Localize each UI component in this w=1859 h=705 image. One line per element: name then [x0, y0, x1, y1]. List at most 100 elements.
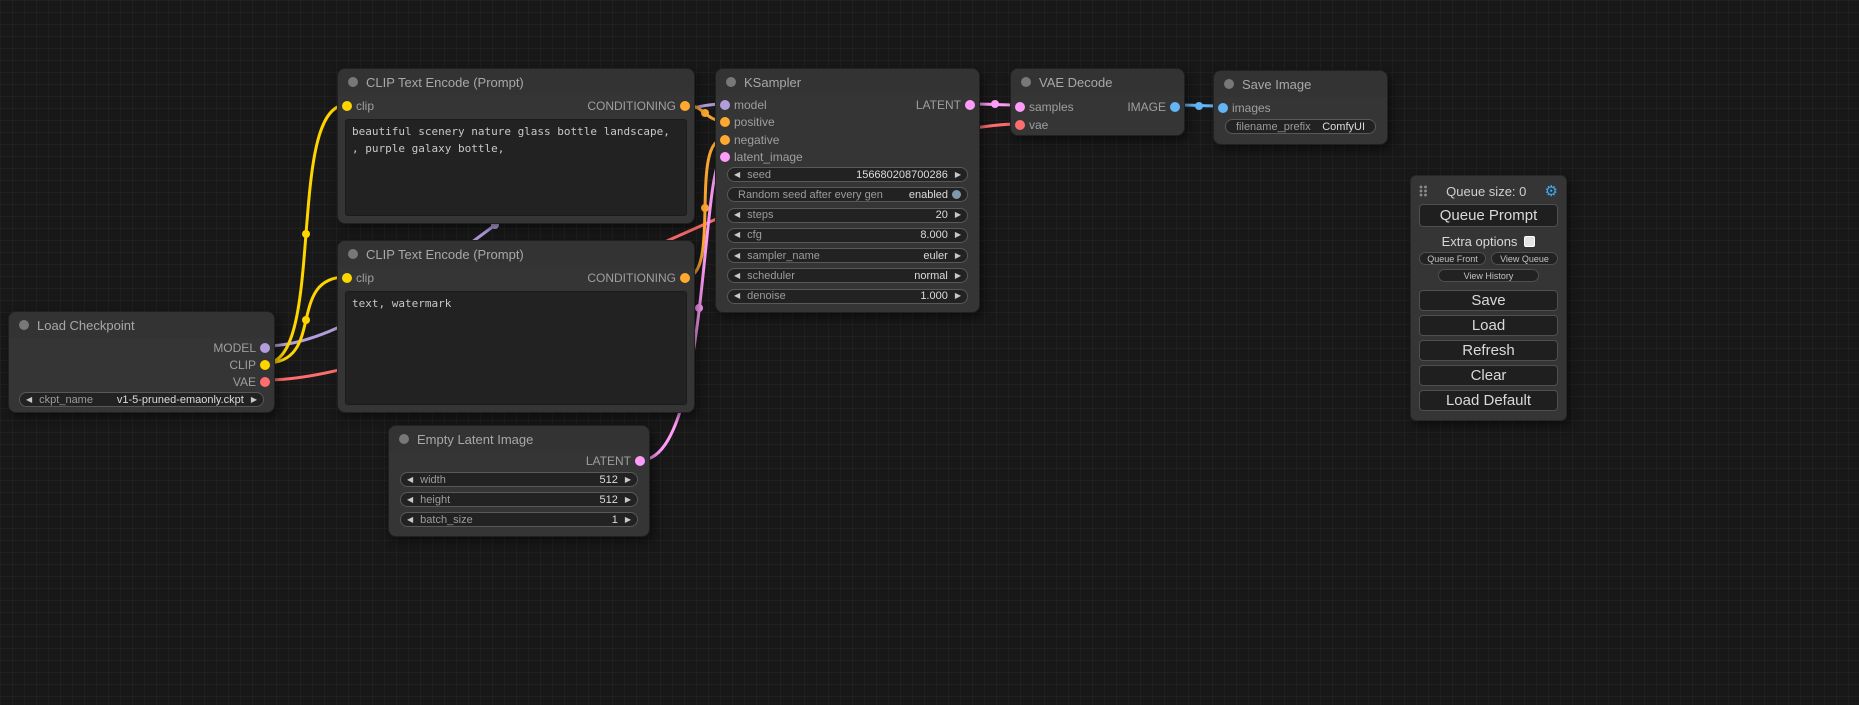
- load-button[interactable]: Load: [1419, 315, 1558, 336]
- increment-icon[interactable]: ▶: [955, 171, 961, 179]
- output-port-conditioning[interactable]: [680, 101, 690, 111]
- decrement-icon[interactable]: ◀: [26, 396, 32, 404]
- queue-prompt-button[interactable]: Queue Prompt: [1419, 204, 1558, 227]
- input-port-images[interactable]: [1218, 103, 1228, 113]
- output-slot-conditioning[interactable]: CONDITIONING: [338, 97, 694, 115]
- node-titlebar[interactable]: CLIP Text Encode (Prompt): [338, 69, 694, 95]
- output-slot-clip[interactable]: CLIP: [9, 356, 274, 373]
- widget-scheduler[interactable]: ◀ scheduler normal ▶: [727, 268, 968, 283]
- output-slot-vae[interactable]: VAE: [9, 373, 274, 390]
- widget-label: sampler_name: [747, 250, 820, 262]
- node-vae-decode[interactable]: VAE Decode samples vae IMAGE: [1010, 68, 1185, 136]
- output-slot-image[interactable]: IMAGE: [1011, 98, 1184, 115]
- node-titlebar[interactable]: Empty Latent Image: [389, 426, 649, 452]
- widget-height[interactable]: ◀ height 512 ▶: [400, 492, 638, 507]
- increment-icon[interactable]: ▶: [251, 396, 257, 404]
- widget-filename-prefix[interactable]: filename_prefix ComfyUI: [1225, 119, 1376, 134]
- refresh-button[interactable]: Refresh: [1419, 340, 1558, 361]
- output-slot-conditioning[interactable]: CONDITIONING: [338, 269, 694, 287]
- output-port-conditioning[interactable]: [680, 273, 690, 283]
- collapse-icon[interactable]: [399, 434, 409, 444]
- widget-sampler-name[interactable]: ◀ sampler_name euler ▶: [727, 248, 968, 263]
- node-titlebar[interactable]: CLIP Text Encode (Prompt): [338, 241, 694, 267]
- drag-handle-icon[interactable]: [1419, 185, 1428, 197]
- collapse-icon[interactable]: [726, 77, 736, 87]
- decrement-icon[interactable]: ◀: [407, 496, 413, 504]
- output-port-model[interactable]: [260, 343, 270, 353]
- widget-batch-size[interactable]: ◀ batch_size 1 ▶: [400, 512, 638, 527]
- save-button[interactable]: Save: [1419, 290, 1558, 311]
- node-titlebar[interactable]: KSampler: [716, 69, 979, 95]
- collapse-icon[interactable]: [1021, 77, 1031, 87]
- increment-icon[interactable]: ▶: [955, 272, 961, 280]
- decrement-icon[interactable]: ◀: [734, 171, 740, 179]
- node-clip-text-encode-negative[interactable]: CLIP Text Encode (Prompt) clip CONDITION…: [337, 240, 695, 413]
- increment-icon[interactable]: ▶: [625, 476, 631, 484]
- negative-prompt-textarea[interactable]: text, watermark: [345, 291, 687, 405]
- node-titlebar[interactable]: VAE Decode: [1011, 69, 1184, 95]
- output-port-image[interactable]: [1170, 102, 1180, 112]
- positive-prompt-textarea[interactable]: beautiful scenery nature glass bottle la…: [345, 119, 687, 216]
- queue-menu-panel[interactable]: Queue size: 0 ⚙ Queue Prompt Extra optio…: [1410, 175, 1567, 421]
- toggle-indicator-icon[interactable]: [952, 190, 961, 199]
- load-default-button[interactable]: Load Default: [1419, 390, 1558, 411]
- input-slot-images[interactable]: images: [1214, 99, 1387, 116]
- extra-options-checkbox[interactable]: [1524, 236, 1535, 247]
- increment-icon[interactable]: ▶: [625, 516, 631, 524]
- widget-seed[interactable]: ◀ seed 156680208700286 ▶: [727, 167, 968, 182]
- node-graph-canvas[interactable]: Load Checkpoint MODEL CLIP VAE ◀ ckpt_na…: [0, 0, 1859, 705]
- collapse-icon[interactable]: [348, 77, 358, 87]
- increment-icon[interactable]: ▶: [955, 211, 961, 219]
- decrement-icon[interactable]: ◀: [734, 231, 740, 239]
- widget-label: height: [420, 494, 450, 506]
- clear-button[interactable]: Clear: [1419, 365, 1558, 386]
- widget-cfg[interactable]: ◀ cfg 8.000 ▶: [727, 228, 968, 243]
- input-port-positive[interactable]: [720, 117, 730, 127]
- output-slot-latent[interactable]: LATENT: [389, 453, 649, 469]
- node-titlebar[interactable]: Save Image: [1214, 71, 1387, 97]
- widget-denoise[interactable]: ◀ denoise 1.000 ▶: [727, 289, 968, 304]
- increment-icon[interactable]: ▶: [625, 496, 631, 504]
- output-port-clip[interactable]: [260, 360, 270, 370]
- collapse-icon[interactable]: [1224, 79, 1234, 89]
- node-clip-text-encode-positive[interactable]: CLIP Text Encode (Prompt) clip CONDITION…: [337, 68, 695, 224]
- increment-icon[interactable]: ▶: [955, 231, 961, 239]
- node-save-image[interactable]: Save Image images filename_prefix ComfyU…: [1213, 70, 1388, 145]
- output-slot-model[interactable]: MODEL: [9, 339, 274, 356]
- decrement-icon[interactable]: ◀: [734, 272, 740, 280]
- node-ksampler[interactable]: KSampler model positive negative latent_…: [715, 68, 980, 313]
- input-slot-positive[interactable]: positive: [716, 113, 979, 130]
- decrement-icon[interactable]: ◀: [407, 516, 413, 524]
- input-slot-latent-image[interactable]: latent_image: [716, 148, 979, 165]
- decrement-icon[interactable]: ◀: [407, 476, 413, 484]
- widget-ckpt-name[interactable]: ◀ ckpt_name v1-5-pruned-emaonly.ckpt ▶: [19, 392, 264, 407]
- output-port-vae[interactable]: [260, 377, 270, 387]
- node-load-checkpoint[interactable]: Load Checkpoint MODEL CLIP VAE ◀ ckpt_na…: [8, 311, 275, 413]
- output-port-latent[interactable]: [965, 100, 975, 110]
- queue-front-button[interactable]: Queue Front: [1419, 252, 1486, 265]
- input-port-vae[interactable]: [1015, 120, 1025, 130]
- input-port-latent-image[interactable]: [720, 152, 730, 162]
- increment-icon[interactable]: ▶: [955, 252, 961, 260]
- decrement-icon[interactable]: ◀: [734, 252, 740, 260]
- input-port-negative[interactable]: [720, 135, 730, 145]
- input-slot-negative[interactable]: negative: [716, 131, 979, 148]
- output-slot-latent[interactable]: LATENT: [716, 96, 979, 113]
- widget-label: seed: [747, 169, 771, 181]
- view-history-button[interactable]: View History: [1438, 269, 1538, 282]
- node-titlebar[interactable]: Load Checkpoint: [9, 312, 274, 338]
- view-queue-button[interactable]: View Queue: [1491, 252, 1558, 265]
- node-empty-latent-image[interactable]: Empty Latent Image LATENT ◀ width 512 ▶ …: [388, 425, 650, 537]
- collapse-icon[interactable]: [19, 320, 29, 330]
- settings-gear-icon[interactable]: ⚙: [1545, 184, 1558, 199]
- increment-icon[interactable]: ▶: [955, 292, 961, 300]
- collapse-icon[interactable]: [348, 249, 358, 259]
- input-slot-vae[interactable]: vae: [1011, 116, 1184, 133]
- widget-width[interactable]: ◀ width 512 ▶: [400, 472, 638, 487]
- decrement-icon[interactable]: ◀: [734, 292, 740, 300]
- widget-steps[interactable]: ◀ steps 20 ▶: [727, 208, 968, 223]
- widget-random-seed-toggle[interactable]: Random seed after every gen enabled: [727, 187, 968, 202]
- output-port-latent[interactable]: [635, 456, 645, 466]
- link-dot-clip-positive: [302, 230, 310, 238]
- decrement-icon[interactable]: ◀: [734, 211, 740, 219]
